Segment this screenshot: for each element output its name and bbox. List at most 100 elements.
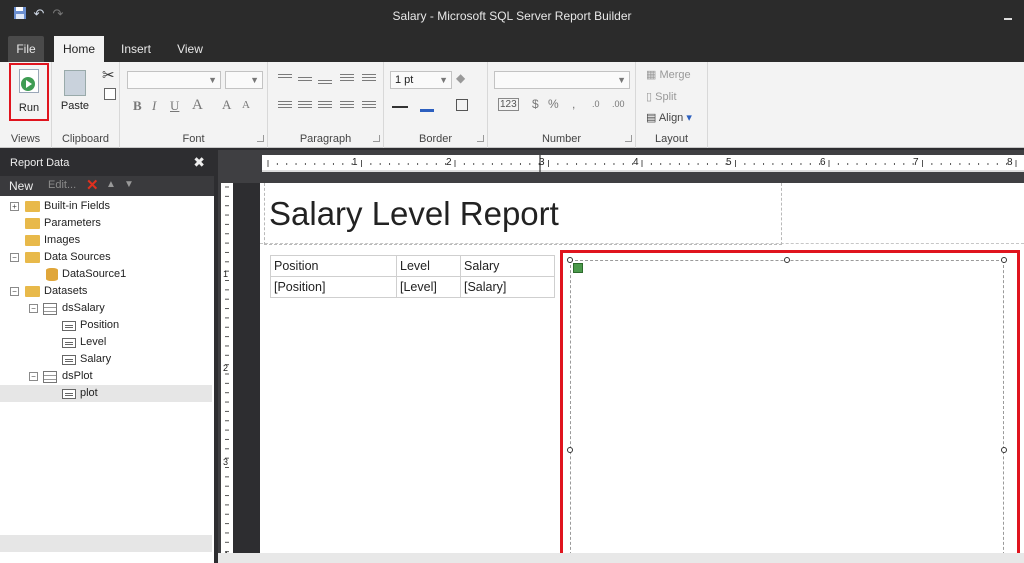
collapse-icon[interactable]: −	[29, 304, 38, 313]
tree-item-built-in-fields[interactable]: + Built-in Fields	[0, 198, 212, 215]
pen-color-icon[interactable]	[420, 98, 434, 112]
horizontal-scrollbar[interactable]	[218, 553, 1024, 563]
cut-icon[interactable]: ✂	[102, 66, 115, 84]
tree-item-field-plot[interactable]: plot	[0, 385, 212, 402]
collapse-icon[interactable]: −	[29, 372, 38, 381]
image-report-item[interactable]	[570, 260, 1004, 560]
report-table[interactable]: Position Level Salary [Position] [Level]…	[270, 255, 555, 298]
datasource-icon	[46, 268, 58, 281]
tree-item-parameters[interactable]: Parameters	[0, 215, 212, 232]
tree-item-datasource1[interactable]: DataSource1	[0, 266, 212, 283]
table-header-cell[interactable]: Salary	[460, 255, 555, 277]
font-size-dropdown[interactable]: ▼	[225, 71, 263, 89]
tree-item-data-sources[interactable]: − Data Sources	[0, 249, 212, 266]
currency-icon[interactable]: $	[532, 97, 539, 111]
table-header-cell[interactable]: Position	[270, 255, 397, 277]
border-color-icon[interactable]: ◆	[456, 71, 465, 85]
decrease-indent-icon[interactable]	[340, 72, 354, 84]
tab-view[interactable]: View	[168, 36, 212, 62]
field-icon	[62, 389, 76, 399]
shrink-font-icon[interactable]: A	[242, 99, 250, 111]
field-icon	[62, 321, 76, 331]
close-icon[interactable]: ✖	[193, 154, 205, 171]
tree-item-dssalary[interactable]: − dsSalary	[0, 300, 212, 317]
tree-item-field-position[interactable]: Position	[0, 317, 212, 334]
collapse-icon[interactable]: −	[10, 253, 19, 262]
decrease-decimal-icon[interactable]: .00	[612, 99, 625, 109]
horizontal-ruler: 1 2 3 4 5 6 7 8	[262, 155, 1024, 172]
bullet-list-icon[interactable]	[340, 99, 354, 111]
panel-toolbar: New Edit... ✕ ▲ ▼	[0, 176, 214, 196]
resize-handle[interactable]	[567, 447, 573, 453]
move-up-icon[interactable]: ▲	[106, 179, 116, 190]
paste-icon[interactable]	[64, 70, 86, 96]
move-down-icon[interactable]: ▼	[124, 179, 134, 190]
align-dropdown[interactable]: ▤ Align ▾	[646, 111, 692, 124]
align-bottom-icon[interactable]	[318, 78, 332, 90]
align-left-icon[interactable]	[278, 99, 292, 111]
tree-item-field-level[interactable]: Level	[0, 334, 212, 351]
expand-icon[interactable]: +	[10, 202, 19, 211]
increase-indent-icon[interactable]	[362, 72, 376, 84]
numbered-list-icon[interactable]	[362, 99, 376, 111]
chevron-down-icon: ▾	[686, 112, 692, 124]
resize-handle[interactable]	[1001, 447, 1007, 453]
grow-font-icon[interactable]: A	[222, 97, 231, 113]
run-button[interactable]: Run	[9, 63, 49, 121]
font-color-icon[interactable]: A	[192, 97, 203, 114]
ruler-number: 3	[539, 157, 545, 168]
new-button[interactable]: New	[9, 179, 33, 193]
table-cell[interactable]: [Level]	[396, 276, 461, 298]
group-label-paragraph: Paragraph	[299, 133, 352, 145]
number-dialog-launcher[interactable]	[625, 135, 632, 142]
font-dialog-launcher[interactable]	[257, 135, 264, 142]
report-canvas[interactable]: Salary Level Report Position Level Salar…	[260, 183, 1024, 563]
tree-item-datasets[interactable]: − Datasets	[0, 283, 212, 300]
merge-label: Merge	[659, 69, 691, 81]
resize-handle[interactable]	[567, 257, 573, 263]
copy-icon[interactable]	[104, 88, 116, 100]
report-data-panel: Report Data ✖ New Edit... ✕ ▲ ▼ + Built-…	[0, 150, 214, 563]
increase-decimal-icon[interactable]: .0	[592, 99, 600, 109]
border-dialog-launcher[interactable]	[477, 135, 484, 142]
align-center-icon[interactable]	[298, 99, 312, 111]
paragraph-dialog-launcher[interactable]	[373, 135, 380, 142]
title-bar: ↶ ↷ Salary - Microsoft SQL Server Report…	[0, 0, 1024, 34]
tree-item-images[interactable]: Images	[0, 232, 212, 249]
table-header-cell[interactable]: Level	[396, 255, 461, 277]
underline-icon[interactable]: U	[170, 98, 179, 114]
table-cell[interactable]: [Position]	[270, 276, 397, 298]
percent-icon[interactable]: %	[548, 97, 559, 111]
tree-label: Built-in Fields	[44, 200, 111, 212]
delete-icon[interactable]: ✕	[86, 176, 99, 194]
tree-item-dsplot[interactable]: − dsPlot	[0, 368, 212, 385]
title-textbox[interactable]: Salary Level Report	[264, 183, 782, 245]
align-top-icon[interactable]	[278, 72, 292, 84]
bold-icon[interactable]: B	[133, 98, 142, 114]
paste-button-label[interactable]: Paste	[52, 100, 98, 112]
tab-home[interactable]: Home	[54, 36, 104, 62]
borders-icon[interactable]	[456, 99, 468, 111]
split-button[interactable]: ▯ Split	[646, 90, 677, 103]
align-middle-icon[interactable]	[298, 75, 312, 87]
comma-icon[interactable]: ,	[572, 97, 575, 111]
tree-item-field-salary[interactable]: Salary	[0, 351, 212, 368]
edit-button[interactable]: Edit...	[48, 179, 76, 191]
placeholder-styles-icon[interactable]: 123	[498, 98, 519, 111]
collapse-icon[interactable]: −	[10, 287, 19, 296]
italic-icon[interactable]: I	[152, 98, 156, 114]
align-right-icon[interactable]	[318, 99, 332, 111]
line-style-icon[interactable]	[392, 106, 408, 108]
resize-handle[interactable]	[784, 257, 790, 263]
align-label: Align	[658, 112, 684, 124]
border-width-dropdown[interactable]: 1 pt ▼	[390, 71, 452, 89]
tree-label: dsSalary	[62, 302, 105, 314]
tab-insert[interactable]: Insert	[112, 36, 160, 62]
resize-handle[interactable]	[1001, 257, 1007, 263]
merge-button[interactable]: ▦ Merge	[646, 68, 691, 81]
tab-file[interactable]: File	[8, 36, 44, 62]
number-format-dropdown[interactable]: ▼	[494, 71, 630, 89]
table-cell[interactable]: [Salary]	[460, 276, 555, 298]
minimize-button[interactable]	[1004, 18, 1012, 20]
font-family-dropdown[interactable]: ▼	[127, 71, 221, 89]
